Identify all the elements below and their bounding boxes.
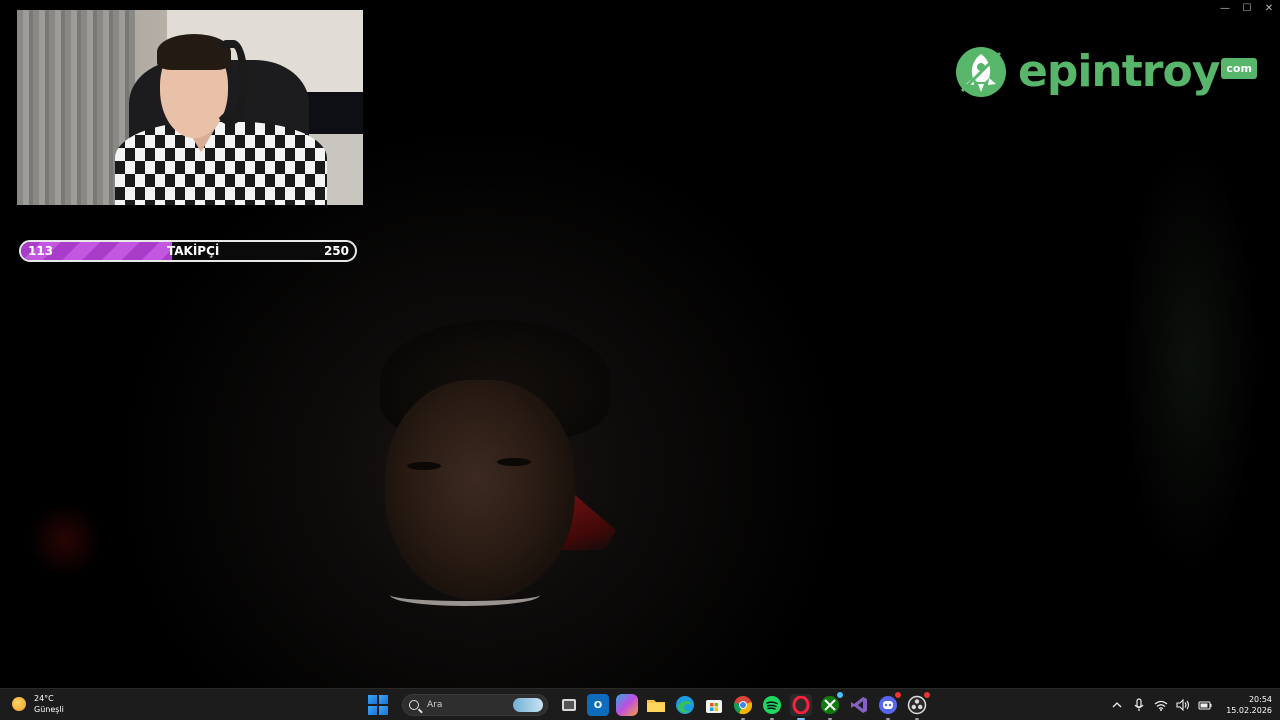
opera-gx-button[interactable] <box>790 694 812 720</box>
notification-badge <box>894 691 902 699</box>
outlook-button[interactable]: O <box>587 694 609 716</box>
webcam-overlay <box>17 10 363 205</box>
visual-studio-icon <box>851 697 867 713</box>
weather-widget[interactable]: 24°C Güneşli <box>12 693 64 715</box>
taskbar-search[interactable]: Ara <box>402 694 548 716</box>
minimize-button[interactable]: — <box>1214 0 1236 16</box>
visual-studio-button[interactable] <box>848 694 870 716</box>
search-placeholder: Ara <box>427 700 443 710</box>
chrome-icon <box>733 696 753 715</box>
brand-name: epintroy <box>1018 46 1220 97</box>
obs-studio-button[interactable] <box>906 691 931 720</box>
system-tray: 20:54 15.02.2026 <box>1106 689 1280 720</box>
weather-temperature: 24°C <box>34 694 54 703</box>
taskbar: 24°C Güneşli Ara O 20:54 15.02.2026 <box>0 688 1280 720</box>
file-explorer-button[interactable] <box>645 694 667 716</box>
rocket-icon <box>956 47 1006 97</box>
window-controls: — ☐ ✕ <box>1214 0 1280 16</box>
checkered-shirt <box>115 122 327 205</box>
clock-date: 15.02.2026 <box>1226 706 1272 715</box>
edge-icon <box>676 696 694 714</box>
speaker-icon[interactable] <box>1174 696 1192 714</box>
maximize-button[interactable]: ☐ <box>1236 0 1258 16</box>
system-clock[interactable]: 20:54 15.02.2026 <box>1226 694 1272 716</box>
task-view-button[interactable] <box>558 694 580 716</box>
start-button[interactable] <box>368 695 388 715</box>
microphone-icon[interactable] <box>1130 696 1148 714</box>
brand-logo: epintroy com <box>954 44 1257 100</box>
goal-label: TAKİPÇİ <box>167 244 220 258</box>
clock-time: 20:54 <box>1248 695 1272 704</box>
headset <box>213 40 247 124</box>
task-view-icon <box>562 699 576 711</box>
follower-goal-bar: 113 TAKİPÇİ 250 <box>19 240 357 262</box>
xbox-button[interactable] <box>819 691 844 720</box>
weather-condition: Güneşli <box>34 705 64 714</box>
shirt-collar <box>390 584 540 606</box>
close-button[interactable]: ✕ <box>1258 0 1280 16</box>
recording-badge <box>923 691 931 699</box>
brand-tld: com <box>1221 57 1257 79</box>
discord-button[interactable] <box>877 691 902 720</box>
right-eye <box>497 458 531 466</box>
chrome-button[interactable] <box>732 694 754 720</box>
chevron-up-icon[interactable] <box>1108 696 1126 714</box>
taskbar-apps: Ara O <box>364 691 932 720</box>
opera-icon <box>792 696 810 714</box>
sun-icon <box>12 697 26 711</box>
goal-current-count: 113 <box>28 244 54 258</box>
wifi-icon[interactable] <box>1152 696 1170 714</box>
search-icon <box>409 700 419 710</box>
notification-badge <box>836 691 844 699</box>
outlook-icon: O <box>593 699 603 711</box>
folder-icon <box>647 700 665 712</box>
spotify-icon <box>763 696 781 714</box>
spotify-button[interactable] <box>761 694 783 720</box>
edge-button[interactable] <box>674 694 696 716</box>
copilot-button[interactable] <box>616 694 638 716</box>
battery-icon[interactable] <box>1196 696 1214 714</box>
background-shadow <box>1120 150 1260 570</box>
goal-target-count: 250 <box>323 244 349 258</box>
streamer-face <box>385 380 575 600</box>
search-highlight-art <box>513 698 543 712</box>
left-eye <box>407 462 441 470</box>
store-icon <box>706 700 722 713</box>
background-light <box>30 500 100 580</box>
store-button[interactable] <box>703 694 725 716</box>
